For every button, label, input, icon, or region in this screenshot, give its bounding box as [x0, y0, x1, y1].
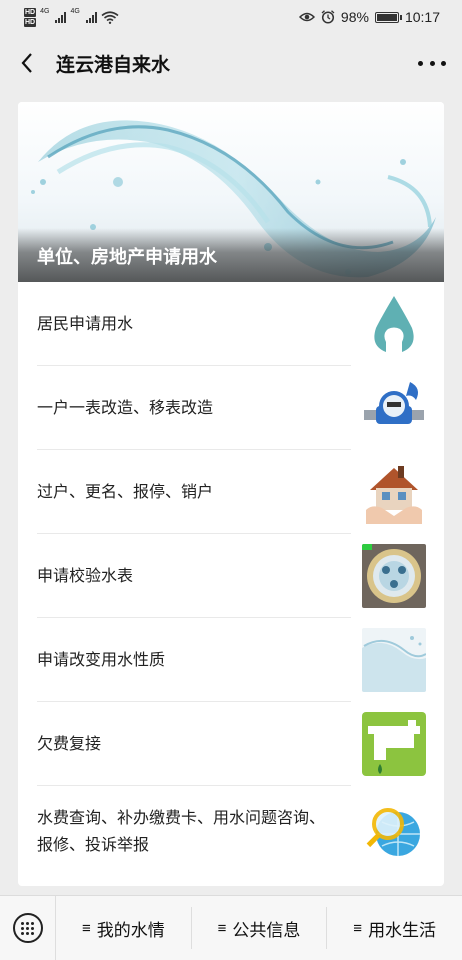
page-title: 连云港自来水	[56, 54, 171, 76]
nav-bar: 连云港自来水	[0, 34, 462, 92]
battery-percent: 98%	[340, 9, 369, 25]
hd-badge: HD	[24, 17, 37, 27]
menu-label: 我的水情	[96, 920, 165, 940]
keyboard-toggle-button[interactable]	[0, 895, 56, 960]
status-left: HD HD 4G 4G	[24, 7, 119, 27]
banner[interactable]: 单位、房地产申请用水	[18, 102, 444, 282]
list-item-label: 申请校验水表	[37, 567, 134, 585]
water-meter-icon	[362, 376, 426, 440]
signal-icon	[85, 11, 97, 23]
menu-label: 公共信息	[232, 920, 301, 940]
menu-lines-icon: ≡	[217, 919, 227, 937]
list-item-meter-reform[interactable]: 一户一表改造、移表改造	[18, 366, 444, 450]
list-item-change-water-type[interactable]: 申请改变用水性质	[18, 618, 444, 702]
banner-title: 单位、房地产申请用水	[37, 247, 217, 267]
network-type: 4G	[70, 7, 80, 15]
hd-indicator: HD HD	[24, 7, 37, 27]
menu-card: 单位、房地产申请用水 居民申请用水 一户一表改造、移表改造 过户、更名、报停、销…	[18, 102, 444, 886]
list-item-label: 欠费复接	[37, 735, 102, 753]
menu-my-water[interactable]: ≡ 我的水情	[56, 907, 192, 949]
signal-icon	[55, 11, 67, 23]
more-options-icon[interactable]	[418, 52, 446, 74]
battery-icon	[374, 11, 402, 23]
meter-dial-icon	[362, 544, 426, 608]
list-item-transfer-account[interactable]: 过户、更名、报停、销户	[18, 450, 444, 534]
hd-badge: HD	[24, 7, 37, 17]
globe-magnifier-icon	[362, 800, 426, 864]
back-arrow-icon[interactable]	[16, 52, 38, 74]
service-list: 居民申请用水 一户一表改造、移表改造 过户、更名、报停、销户 申请校验水表 申请…	[18, 282, 444, 878]
banner-caption: 单位、房地产申请用水	[18, 228, 444, 282]
menu-lines-icon: ≡	[353, 919, 363, 937]
list-item-label: 申请改变用水性质	[37, 651, 166, 669]
wifi-icon	[101, 10, 119, 24]
status-bar: HD HD 4G 4G 98% 10:17	[0, 0, 462, 34]
clock: 10:17	[404, 9, 440, 25]
eye-icon	[298, 12, 315, 22]
list-item-arrears-reconnect[interactable]: 欠费复接	[18, 702, 444, 786]
bottom-menu-bar: ≡ 我的水情 ≡ 公共信息 ≡ 用水生活	[0, 895, 462, 960]
menu-lines-icon: ≡	[81, 919, 91, 937]
list-item-resident-water[interactable]: 居民申请用水	[18, 282, 444, 366]
keyboard-icon	[12, 913, 43, 943]
list-item-label-line2: 报修、投诉举报	[37, 837, 150, 854]
menu-public-info[interactable]: ≡ 公共信息	[192, 907, 328, 949]
list-item-meter-check[interactable]: 申请校验水表	[18, 534, 444, 618]
water-splash-icon	[362, 628, 426, 692]
list-item-label-line1: 水费查询、补办缴费卡、用水问题咨询、	[37, 810, 326, 827]
water-drop-icon	[362, 292, 426, 356]
list-item-label: 居民申请用水	[37, 315, 134, 333]
status-right: 98% 10:17	[298, 9, 440, 25]
network-type: 4G	[40, 7, 50, 15]
faucet-icon	[362, 712, 426, 776]
list-item-label: 水费查询、补办缴费卡、用水问题咨询、 报修、投诉举报	[37, 805, 357, 859]
list-item-inquiry-complaint[interactable]: 水费查询、补办缴费卡、用水问题咨询、 报修、投诉举报	[18, 786, 444, 878]
house-icon	[362, 460, 426, 524]
alarm-icon	[321, 10, 335, 24]
list-item-label: 一户一表改造、移表改造	[37, 399, 214, 417]
list-item-label: 过户、更名、报停、销户	[37, 483, 214, 501]
menu-water-life[interactable]: ≡ 用水生活	[327, 907, 462, 949]
menu-label: 用水生活	[368, 920, 437, 940]
